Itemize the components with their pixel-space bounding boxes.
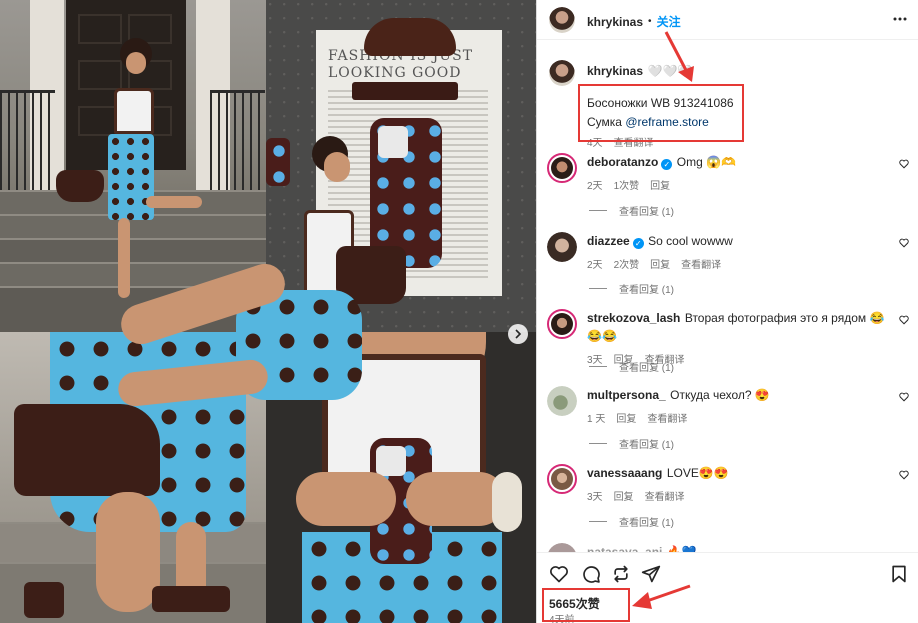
- translate-link[interactable]: 查看翻译: [681, 256, 721, 271]
- author-avatar[interactable]: [549, 60, 575, 86]
- comment-likes[interactable]: 1次赞: [614, 177, 640, 192]
- comment-username[interactable]: strekozova_lash: [587, 311, 680, 325]
- author-username[interactable]: khrykinas: [587, 15, 643, 29]
- heart-icon[interactable]: [549, 564, 569, 584]
- caption-username[interactable]: khrykinas: [587, 64, 643, 78]
- commenter-avatar[interactable]: [547, 386, 577, 416]
- reply-button[interactable]: 回复: [616, 410, 636, 425]
- bookmark-icon[interactable]: [889, 564, 909, 584]
- comment-time: 2天: [587, 181, 603, 192]
- commenter-avatar[interactable]: [547, 309, 577, 339]
- comment-text: 🔥💙: [666, 545, 697, 552]
- view-replies-link[interactable]: 查看回复 (1): [619, 281, 674, 296]
- post-media-collage[interactable]: FASHION IS JUST LOOKING GOOD: [0, 0, 536, 623]
- view-replies-link[interactable]: 查看回复 (1): [619, 436, 674, 451]
- reply-button[interactable]: 回复: [614, 488, 634, 503]
- repost-icon[interactable]: [611, 564, 631, 584]
- comment-likes[interactable]: 2次赞: [614, 256, 640, 271]
- annotation-box-likes: [542, 588, 630, 622]
- chevron-right-icon: [515, 329, 522, 339]
- photo-flatlay: FASHION IS JUST LOOKING GOOD: [266, 0, 536, 332]
- annotation-arrow-icon: [664, 31, 694, 82]
- annotation-arrow-icon: [632, 584, 691, 609]
- translate-link[interactable]: 查看翻译: [645, 488, 685, 503]
- comment-icon[interactable]: [581, 564, 601, 584]
- comment-username[interactable]: deboratanzo: [587, 155, 658, 169]
- annotation-box-caption: [578, 84, 744, 142]
- post-header: khrykinas • 关注: [537, 0, 918, 40]
- heart-icon[interactable]: [899, 470, 909, 480]
- commenter-avatar[interactable]: [547, 464, 577, 494]
- send-icon[interactable]: [641, 564, 661, 584]
- translate-link[interactable]: 查看翻译: [647, 410, 687, 425]
- reply-button[interactable]: 回复: [650, 177, 670, 192]
- author-avatar[interactable]: [549, 7, 575, 33]
- comment-text: Omg 😱🫶: [676, 155, 737, 169]
- next-media-button[interactable]: [508, 324, 528, 344]
- view-replies-link[interactable]: 查看回复 (1): [619, 514, 674, 529]
- heart-icon[interactable]: [899, 238, 909, 248]
- commenter-avatar[interactable]: [547, 232, 577, 262]
- comment-text: LOVE😍😍: [666, 466, 729, 480]
- view-replies-link[interactable]: 查看回复 (1): [619, 359, 674, 374]
- comment-time: 1 天: [587, 414, 606, 425]
- comment-time: 2天: [587, 260, 603, 271]
- verified-badge-icon: ✓: [632, 238, 644, 249]
- comment-text: So cool wowww: [648, 234, 733, 248]
- comment-username[interactable]: natasaya_ani: [587, 545, 662, 552]
- verified-badge-icon: ✓: [661, 159, 673, 170]
- comment-text: Откуда чехол? 😍: [670, 388, 770, 402]
- heart-icon[interactable]: [899, 159, 909, 169]
- separator-dot: •: [648, 16, 652, 27]
- view-replies-link[interactable]: 查看回复 (1): [619, 203, 674, 218]
- commenter-avatar[interactable]: [547, 543, 577, 552]
- comment-username[interactable]: vanessaaang: [587, 466, 662, 480]
- heart-icon[interactable]: [899, 315, 909, 325]
- comment-username[interactable]: multpersona_: [587, 388, 666, 402]
- more-horizontal-icon[interactable]: [893, 17, 907, 21]
- comment-username[interactable]: diazzee: [587, 234, 630, 248]
- commenter-avatar[interactable]: [547, 153, 577, 183]
- heart-icon[interactable]: [899, 392, 909, 402]
- comment-time: 3天: [587, 492, 603, 503]
- reply-button[interactable]: 回复: [650, 256, 670, 271]
- comment-item: natasaya_ani 🔥💙: [537, 543, 918, 552]
